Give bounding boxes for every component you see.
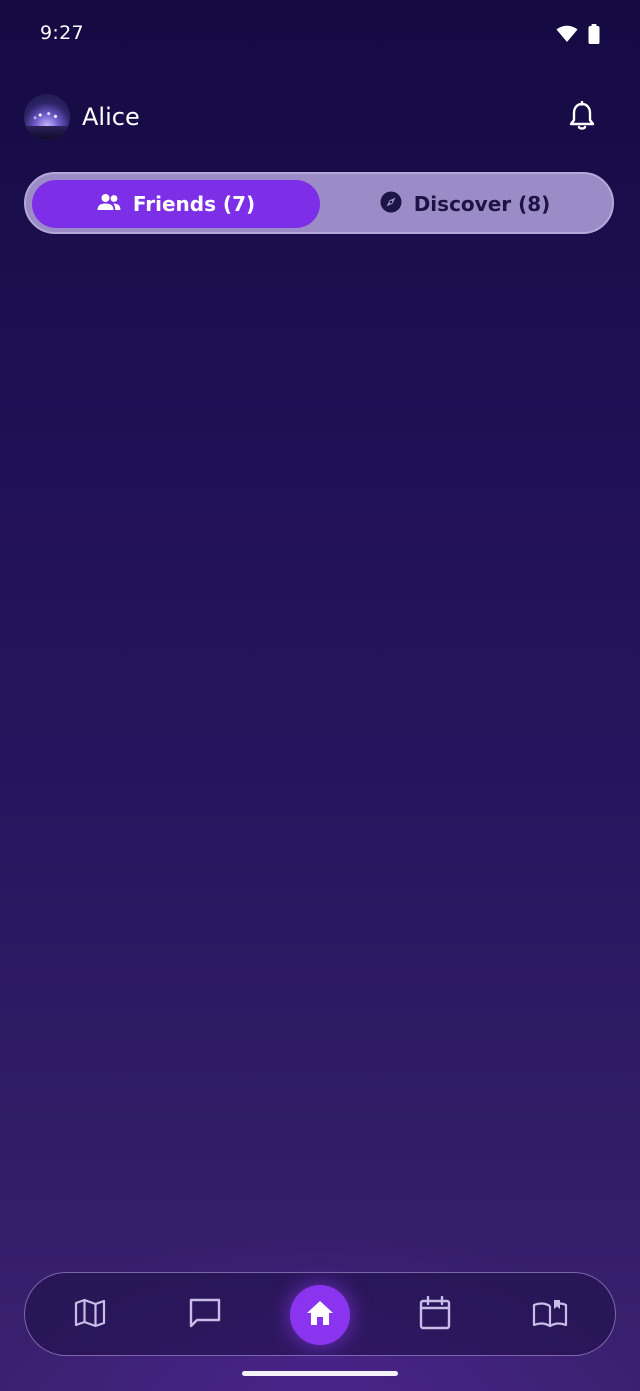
status-icons — [556, 24, 600, 48]
nav-home[interactable] — [290, 1285, 350, 1345]
avatar-crowd — [24, 126, 70, 140]
chat-icon — [188, 1297, 222, 1333]
status-time: 9:27 — [40, 22, 84, 44]
people-icon — [97, 192, 121, 216]
user-name: Alice — [82, 103, 140, 131]
nav-calendar[interactable] — [405, 1285, 465, 1345]
battery-icon — [588, 24, 600, 48]
bell-icon — [568, 100, 596, 135]
nav-map[interactable] — [60, 1285, 120, 1345]
notifications-button[interactable] — [566, 100, 598, 135]
map-icon — [74, 1298, 106, 1332]
nav-chat[interactable] — [175, 1285, 235, 1345]
header: Alice — [24, 94, 616, 142]
avatar[interactable] — [24, 94, 70, 140]
tab-discover[interactable]: Discover (8) — [322, 180, 608, 228]
tab-discover-label: Discover (8) — [413, 192, 551, 216]
tab-friends-label: Friends (7) — [132, 192, 256, 216]
nav-book[interactable] — [520, 1285, 580, 1345]
compass-icon — [380, 191, 402, 218]
home-indicator[interactable] — [242, 1371, 398, 1376]
friends-discover-toggle: Friends (7) Discover (8) — [24, 172, 614, 234]
tab-friends[interactable]: Friends (7) — [32, 180, 320, 228]
book-icon — [532, 1298, 568, 1332]
wifi-icon — [556, 25, 578, 47]
home-icon — [305, 1299, 335, 1331]
avatar-lights — [30, 108, 64, 122]
status-bar: 9:27 — [0, 0, 640, 70]
bottom-nav — [24, 1272, 616, 1356]
calendar-icon — [419, 1295, 451, 1334]
